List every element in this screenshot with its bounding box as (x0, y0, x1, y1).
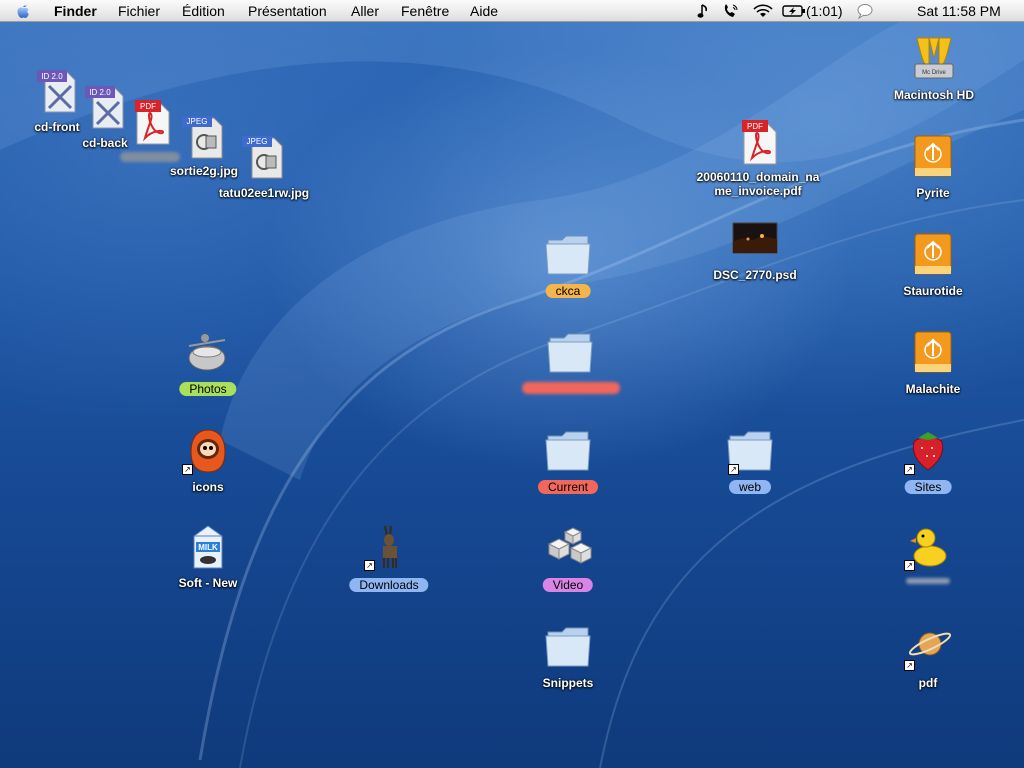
svg-text:MILK: MILK (198, 543, 218, 552)
folder-label-icons: icons (192, 480, 224, 494)
menu-clock[interactable]: Sat 11:58 PM (917, 2, 1001, 20)
folder-label-pdf: pdf (918, 676, 938, 690)
firewire-drive-icon (914, 135, 952, 177)
battery-time-label[interactable]: (1:01) (806, 2, 843, 20)
folder-ckca[interactable]: ckca (528, 228, 608, 300)
menu-edition[interactable]: Édition (182, 2, 225, 20)
redacted-folder-label (522, 382, 620, 394)
alias-arrow-icon: ↗ (728, 464, 739, 475)
desktop-icon-invoice[interactable]: PDF 20060110_domain_na me_invoice.pdf (697, 118, 819, 202)
folder-label-photos: Photos (179, 382, 237, 396)
folder-icons[interactable]: ↗ icons (168, 424, 248, 496)
folder-web[interactable]: ↗ web (710, 424, 790, 496)
volume-malachite[interactable]: Malachite (888, 326, 978, 398)
folder-label-soft-new: Soft - New (178, 576, 238, 590)
hard-drive-icon: Mc Drive (914, 37, 954, 79)
folder-pdf[interactable]: ↗ pdf (888, 620, 968, 692)
folder-soft-new[interactable]: MILK Soft - New (160, 520, 256, 592)
folder-label-web: web (728, 480, 772, 494)
volume-pyrite[interactable]: Pyrite (888, 130, 978, 202)
svg-text:PDF: PDF (747, 122, 763, 131)
folder-sites[interactable]: ↗ Sites (888, 424, 968, 496)
menu-aide[interactable]: Aide (470, 2, 498, 20)
photoshop-thumbnail-icon (732, 222, 778, 254)
svg-text:ID 2.0: ID 2.0 (41, 72, 63, 81)
desktop-icon-dsc[interactable]: DSC_2770.psd (700, 220, 810, 286)
milk-carton-icon: MILK (193, 525, 223, 569)
menu-fenetre[interactable]: Fenêtre (401, 2, 449, 20)
alias-arrow-icon: ↗ (904, 660, 915, 671)
speech-bubble-icon[interactable] (856, 3, 874, 19)
file-label-tatu: tatu02ee1rw.jpg (218, 186, 310, 200)
firewire-drive-icon (914, 233, 952, 275)
desktop-icon-duck[interactable]: ↗ (888, 520, 968, 592)
alias-arrow-icon: ↗ (364, 560, 375, 571)
menu-fichier[interactable]: Fichier (118, 2, 160, 20)
svg-text:Mc Drive: Mc Drive (922, 70, 946, 76)
folder-label-ckca: ckca (545, 284, 591, 298)
folder-label-downloads: Downloads (349, 578, 429, 592)
folder-video[interactable]: Video (528, 520, 608, 594)
menu-presentation[interactable]: Présentation (248, 2, 327, 20)
folder-icon (547, 333, 593, 373)
indesign-document-icon: ID 2.0 (37, 70, 76, 113)
redacted-label (906, 578, 950, 584)
alias-arrow-icon: ↗ (904, 464, 915, 475)
folder-current[interactable]: Current (528, 424, 608, 496)
battery-icon[interactable] (782, 3, 806, 19)
svg-text:ID 2.0: ID 2.0 (89, 88, 111, 97)
alias-arrow-icon: ↗ (182, 464, 193, 475)
desktop-icon-tatu[interactable]: JPEG tatu02ee1rw.jpg (212, 134, 316, 204)
folder-snippets[interactable]: Snippets (528, 620, 608, 692)
folder-label-sites: Sites (904, 480, 952, 494)
jpeg-image-icon: JPEG (242, 136, 283, 179)
volume-label-pyrite: Pyrite (916, 186, 950, 200)
volume-macintosh-hd[interactable]: Mc Drive Macintosh HD (884, 32, 984, 104)
music-note-icon[interactable] (697, 3, 711, 19)
volume-label-malachite: Malachite (905, 382, 961, 396)
stone-bowl-icon (188, 334, 226, 371)
folder-redacted[interactable] (520, 326, 620, 398)
firewire-drive-icon (914, 331, 952, 373)
alias-arrow-icon: ↗ (904, 560, 915, 571)
file-label-invoice-line1: 20060110_domain_na (696, 170, 820, 184)
apple-menu-icon[interactable] (14, 2, 32, 20)
desktop[interactable]: ID 2.0 cd-front ID 2.0 cd-back PDF JPEG (0, 0, 1024, 768)
cubes-icon (547, 527, 593, 564)
svg-text:JPEG: JPEG (247, 137, 268, 146)
folder-label-current: Current (537, 480, 599, 494)
menu-aller[interactable]: Aller (351, 2, 379, 20)
pdf-document-icon: PDF (742, 120, 777, 165)
folder-icon (545, 235, 591, 275)
svg-text:JPEG: JPEG (187, 117, 208, 126)
folder-icon (545, 431, 591, 471)
phone-icon[interactable] (722, 3, 740, 19)
volume-staurotide[interactable]: Staurotide (888, 228, 978, 300)
file-label-cd-front: cd-front (34, 120, 80, 134)
folder-label-video: Video (542, 578, 594, 592)
donkey-icon (383, 525, 397, 568)
menu-finder[interactable]: Finder (54, 2, 97, 20)
folder-downloads[interactable]: ↗ Downloads (344, 520, 434, 594)
file-label-dsc: DSC_2770.psd (713, 268, 797, 282)
volume-label-staurotide: Staurotide (903, 284, 963, 298)
svg-text:PDF: PDF (140, 102, 156, 111)
menu-bar: Finder Fichier Édition Présentation Alle… (0, 0, 1024, 22)
folder-photos[interactable]: Photos (168, 326, 248, 398)
folder-icon (545, 627, 591, 667)
wifi-icon[interactable] (752, 3, 774, 19)
folder-label-snippets: Snippets (542, 676, 594, 690)
volume-label-macintosh-hd: Macintosh HD (893, 88, 975, 102)
file-label-invoice-line2: me_invoice.pdf (714, 184, 802, 198)
